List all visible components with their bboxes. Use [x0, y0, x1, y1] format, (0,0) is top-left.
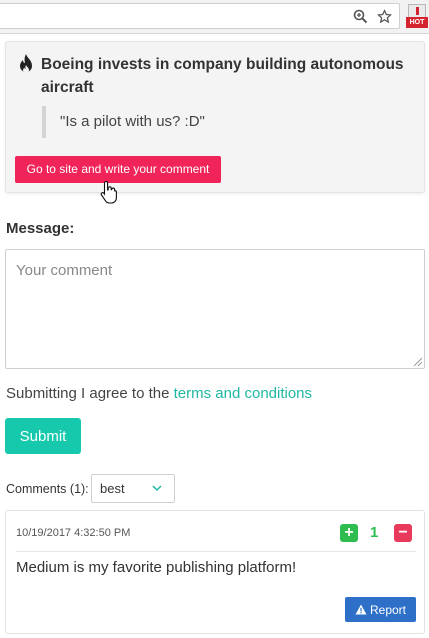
hand-cursor-icon — [100, 180, 117, 204]
browser-toolbar: HOT — [0, 0, 429, 34]
vote-score: 1 — [370, 524, 379, 541]
article-quote: "Is a pilot with us? :D" — [42, 106, 412, 138]
submit-button[interactable]: Submit — [5, 418, 81, 454]
terms-link[interactable]: terms and conditions — [174, 385, 312, 402]
upvote-button[interactable]: + — [340, 524, 358, 542]
comments-count-label: Comments (1): — [6, 482, 89, 496]
flame-icon — [20, 54, 32, 73]
extension-hot-icon[interactable]: HOT — [406, 4, 428, 30]
message-label: Message: — [6, 220, 75, 237]
chevron-down-icon — [152, 485, 162, 492]
sort-selected-value: best — [100, 481, 125, 496]
comment-textarea[interactable] — [5, 249, 425, 369]
terms-prefix: Submitting I agree to the — [6, 385, 174, 402]
address-bar[interactable] — [0, 3, 400, 29]
comment-card: 10/19/2017 4:32:50 PM + 1 − Medium is my… — [5, 510, 425, 634]
article-popup: Boeing invests in company building auton… — [5, 41, 425, 193]
go-to-site-button[interactable]: Go to site and write your comment — [15, 156, 221, 183]
warning-icon — [355, 604, 367, 615]
hot-badge: HOT — [406, 17, 428, 28]
comment-text: Medium is my favorite publishing platfor… — [16, 559, 297, 576]
comment-date: 10/19/2017 4:32:50 PM — [16, 527, 131, 539]
star-icon[interactable] — [374, 6, 394, 26]
article-title: Boeing invests in company building auton… — [41, 56, 404, 96]
terms-text: Submitting I agree to the terms and cond… — [6, 385, 312, 402]
report-label: Report — [369, 602, 407, 617]
zoom-in-icon[interactable] — [350, 6, 370, 26]
downvote-button[interactable]: − — [394, 524, 412, 542]
resize-handle-icon[interactable] — [412, 356, 422, 366]
comment-divider — [16, 551, 416, 552]
sort-select[interactable]: best — [91, 474, 175, 503]
report-button[interactable]: Report — [345, 597, 416, 622]
